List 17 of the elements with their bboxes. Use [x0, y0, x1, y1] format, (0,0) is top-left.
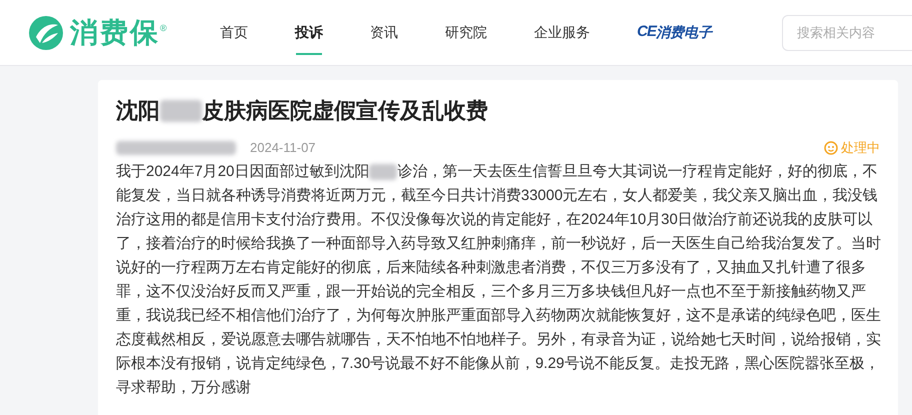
post-date: 2024-11-07 — [250, 139, 316, 158]
status-label: 处理中 — [841, 139, 880, 158]
nav-tab[interactable]: 研究院 — [445, 0, 487, 65]
partner-link[interactable]: CE消费电子 — [637, 21, 712, 44]
nav-tab[interactable]: 企业服务 — [534, 0, 590, 65]
complaint-title: 沈阳 — [116, 97, 160, 125]
nav-tab[interactable]: 首页 — [220, 0, 248, 65]
registered-mark: ® — [160, 22, 167, 34]
nav-tab[interactable]: 投诉 — [295, 0, 323, 65]
nav-tab[interactable]: 资讯 — [370, 0, 398, 65]
status-icon — [824, 141, 838, 155]
complaint-body: 我于2024年7月20日因面部过敏到沈阳 诊治，第一天去医生信誓旦旦夸大其词说一疗程肯定能好，好的彻底，不能复发，当日就各种诱导消费将近两万元，截至今日共计消费33000元左右，女人都爱美，我父亲又脑出血，我没钱治疗这用的都是信用卡支付治疗费用。不仅没像每次说的肯定能好，在2024年10月30日做治疗前还说我的皮肤可以了，接着治疗的时候给我换了一种面部导入药导致又红肿刺痛痒，前一秒说好，后一天医生自己给我治复发了。当时说好的一疗程两万左右肯定能好的彻底，后来陆续各种刺激患者消费，不仅三万多没有了，又抽血又扎针遭了很多罪，这不仅没治好反而又严重，跟一开始说的完全相反，三个多月三万多块钱但凡好一点也不至于新接触药物又严重，我说我已经不相信他们治疗了，为何每次肿胀严重面部导入药物两次就能恢复好，这不是承诺的纯绿色吧，医生态度截然相反，爱说愿意去哪告就哪告，天不怕地不怕地样子。另外，有录音为证，说给她七天时间，说给报销，实际根本没有报销，说肯定纯绿色，7.30号说最不好不能像从前，9.29号说不能反复。走投无路，黑心医院嚣张至极，寻求帮助，万分感谢 — [116, 162, 882, 398]
complaint-title: 皮肤病医院虚假宣传及乱收费 — [202, 97, 488, 125]
logo-text: 消费保 — [70, 16, 160, 50]
blurred-text — [160, 100, 202, 122]
search-field[interactable]: 搜索相关内容 — [782, 14, 912, 50]
logo-icon — [28, 14, 64, 50]
